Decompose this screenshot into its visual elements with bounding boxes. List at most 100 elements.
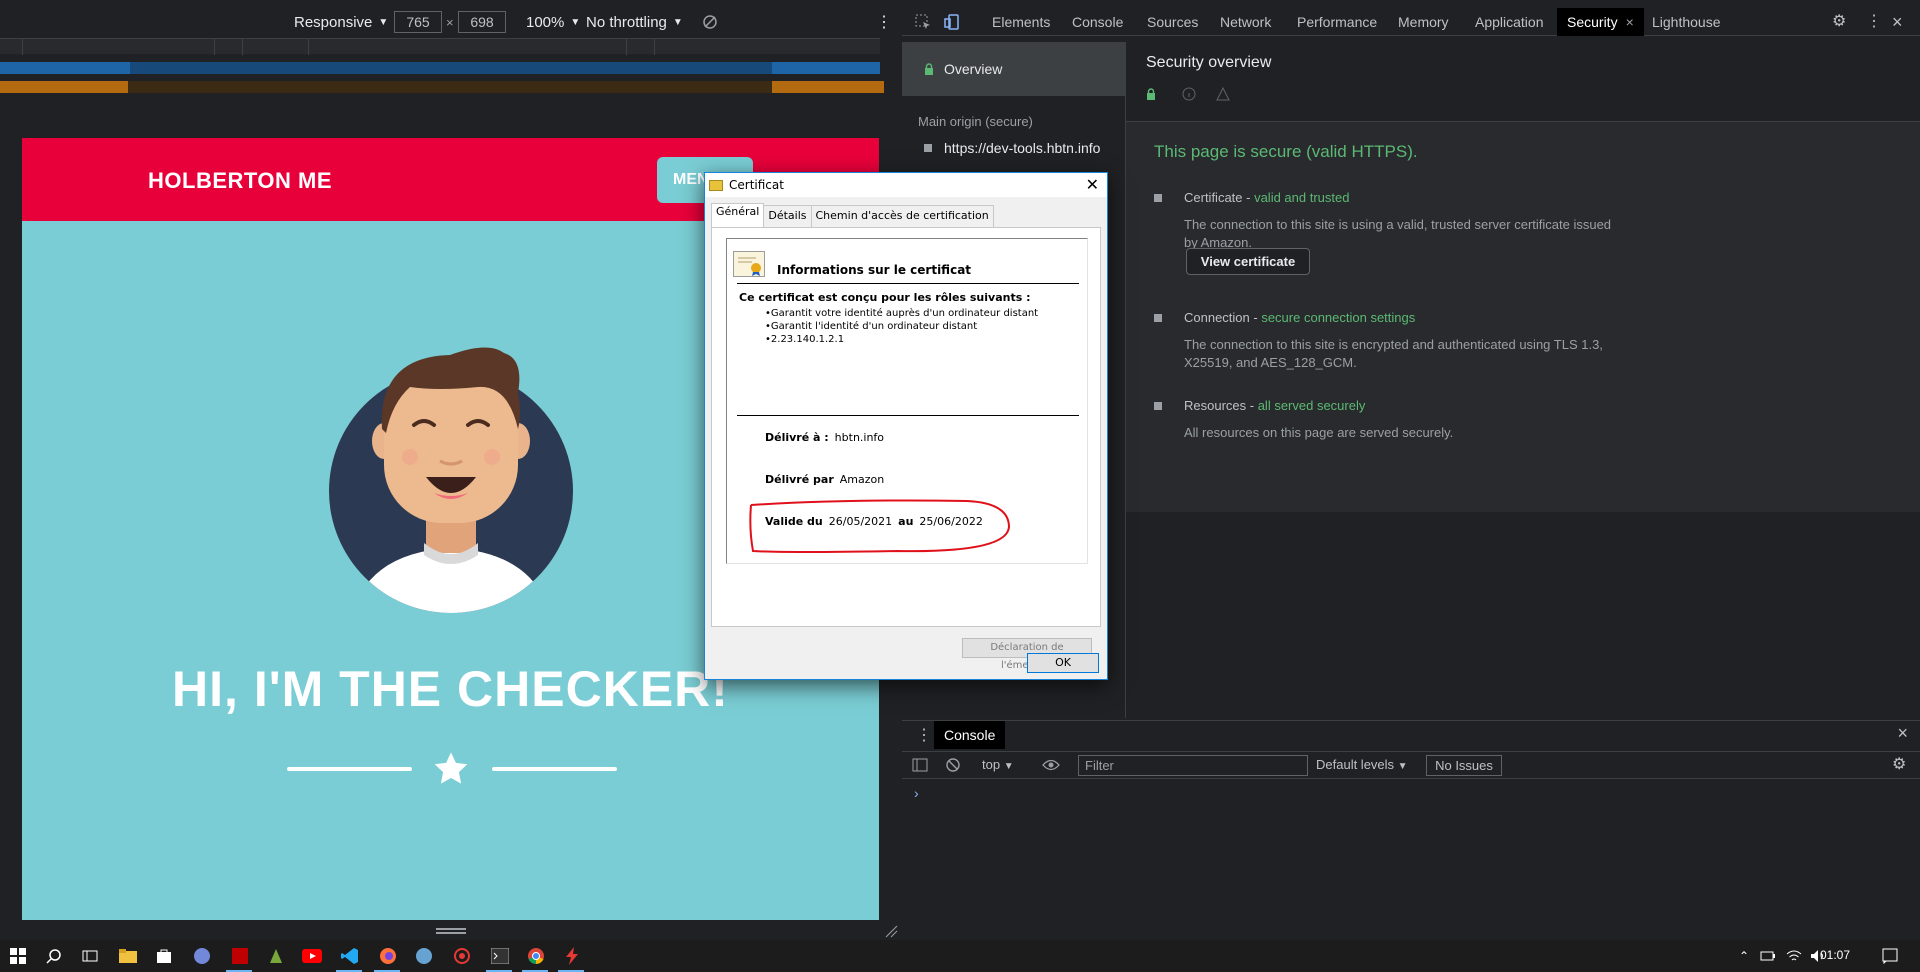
- tray-chevron-up-icon[interactable]: ⌃: [1734, 946, 1754, 966]
- log-levels-dropdown[interactable]: Default levels ▼: [1316, 752, 1408, 778]
- list-item: Garantit l'identité d'un ordinateur dist…: [765, 320, 1038, 333]
- origin-url: https://dev-tools.hbtn.info: [944, 140, 1101, 156]
- connection-description: The connection to this site is encrypted…: [1184, 337, 1603, 370]
- warning-icon: [1216, 87, 1230, 101]
- red-highlight-annotation: [749, 499, 1011, 553]
- rotate-icon[interactable]: [702, 8, 718, 36]
- notifications-icon[interactable]: [1880, 946, 1900, 966]
- tab-console[interactable]: Console: [1072, 8, 1123, 36]
- wifi-icon[interactable]: [1784, 946, 1804, 966]
- youtube-icon[interactable]: [302, 946, 322, 966]
- windows-start-icon[interactable]: [8, 946, 28, 966]
- sidebar-item-overview[interactable]: Overview: [902, 42, 1126, 96]
- terminal-icon[interactable]: [490, 946, 510, 966]
- context-label: top: [982, 757, 1001, 772]
- tab-details[interactable]: Détails: [763, 205, 812, 227]
- throttling-dropdown[interactable]: No throttling ▼: [586, 8, 683, 36]
- certificate-info-box: Informations sur le certificat Ce certif…: [726, 238, 1088, 564]
- certificate-title: Certificate -: [1184, 190, 1255, 205]
- sidebar-item-origin[interactable]: https://dev-tools.hbtn.info: [924, 140, 1100, 156]
- tab-elements[interactable]: Elements: [992, 8, 1050, 36]
- issues-button[interactable]: No Issues: [1426, 755, 1502, 776]
- certificate-status: valid and trusted: [1254, 190, 1350, 205]
- issued-by-row: Délivré par Amazon: [765, 473, 884, 486]
- ok-button[interactable]: OK: [1027, 653, 1099, 673]
- resize-handle-bottom[interactable]: [436, 928, 466, 934]
- media-query-bar-max-width[interactable]: [0, 62, 880, 74]
- certificate-ribbon-icon: [733, 251, 765, 277]
- settings-gear-icon[interactable]: ⚙: [1832, 8, 1846, 36]
- console-prompt[interactable]: ›: [914, 785, 919, 801]
- device-mode-dropdown[interactable]: Responsive ▼: [294, 8, 388, 36]
- console-settings-gear-icon[interactable]: ⚙: [1892, 752, 1906, 778]
- clear-console-icon[interactable]: [946, 752, 960, 778]
- task-view-icon[interactable]: [80, 946, 100, 966]
- search-icon[interactable]: [44, 946, 64, 966]
- chrome-icon[interactable]: [526, 946, 546, 966]
- taskbar-clock[interactable]: 01:07: [1820, 948, 1850, 962]
- store-icon[interactable]: [154, 946, 174, 966]
- resources-title: Resources -: [1184, 398, 1258, 413]
- device-height-input[interactable]: 698: [458, 11, 506, 33]
- close-tab-icon[interactable]: ×: [1626, 8, 1634, 36]
- file-explorer-icon[interactable]: [118, 946, 138, 966]
- zoom-dropdown[interactable]: 100% ▼: [526, 8, 580, 36]
- app-icon[interactable]: [266, 946, 286, 966]
- certificate-dialog: Certificat ✕ Général Détails Chemin d'ac…: [704, 172, 1108, 680]
- live-expression-eye-icon[interactable]: [1042, 752, 1060, 778]
- tab-general[interactable]: Général: [711, 203, 765, 227]
- dialog-titlebar[interactable]: Certificat ✕: [705, 173, 1107, 197]
- tab-security[interactable]: Security ×: [1557, 8, 1644, 36]
- firefox-icon[interactable]: [378, 946, 398, 966]
- discord-icon[interactable]: [192, 946, 212, 966]
- device-toolbar-toggle-icon[interactable]: [944, 8, 962, 36]
- tab-performance[interactable]: Performance: [1297, 8, 1377, 36]
- tab-network[interactable]: Network: [1220, 8, 1271, 36]
- recorder-icon[interactable]: [452, 946, 472, 966]
- context-dropdown[interactable]: top ▼: [982, 752, 1014, 778]
- tab-application[interactable]: Application: [1475, 8, 1544, 36]
- inspect-element-icon[interactable]: [914, 8, 932, 36]
- caret-down-icon: ▼: [378, 16, 389, 28]
- tab-sources[interactable]: Sources: [1147, 8, 1198, 36]
- caret-down-icon: ▼: [570, 16, 581, 28]
- console-filter-input[interactable]: Filter: [1078, 755, 1308, 776]
- close-devtools-icon[interactable]: ×: [1892, 8, 1903, 36]
- star-icon: [434, 752, 468, 784]
- more-options-icon[interactable]: ⋮: [876, 8, 892, 36]
- media-query-bar-min-width[interactable]: [0, 81, 884, 93]
- square-icon: [1154, 402, 1162, 410]
- tab-certification-path[interactable]: Chemin d'accès de certification: [810, 205, 994, 227]
- security-title: Security overview: [1146, 54, 1272, 71]
- filezilla-icon[interactable]: [230, 946, 250, 966]
- more-options-icon[interactable]: ⋮: [1866, 8, 1882, 36]
- vscode-icon[interactable]: [340, 946, 360, 966]
- steam-icon[interactable]: [414, 946, 434, 966]
- info-icon: [1182, 87, 1196, 101]
- resources-status: all served securely: [1257, 398, 1366, 413]
- list-item: 2.23.140.1.2.1: [765, 333, 1038, 346]
- sidebar-toggle-icon[interactable]: [912, 752, 928, 778]
- tab-memory[interactable]: Memory: [1398, 8, 1449, 36]
- security-header: Security overview: [1126, 42, 1920, 122]
- view-certificate-button[interactable]: View certificate: [1186, 248, 1310, 275]
- bolt-app-icon[interactable]: [562, 946, 582, 966]
- drawer-tab-console[interactable]: Console: [934, 721, 1006, 749]
- site-brand[interactable]: HOLBERTON ME: [148, 168, 332, 194]
- drawer-menu-icon[interactable]: ⋮: [916, 725, 932, 745]
- tab-security-label: Security: [1567, 14, 1618, 30]
- resize-handle-corner[interactable]: [884, 924, 898, 938]
- secure-message: This page is secure (valid HTTPS).: [1154, 142, 1418, 161]
- throttling-label: No throttling: [586, 13, 667, 31]
- tab-lighthouse[interactable]: Lighthouse: [1652, 8, 1721, 36]
- close-dialog-icon[interactable]: ✕: [1086, 175, 1099, 194]
- battery-icon[interactable]: [1758, 946, 1778, 966]
- close-drawer-icon[interactable]: ×: [1897, 723, 1908, 744]
- ruler: [0, 38, 880, 55]
- dialog-title: Certificat: [729, 178, 784, 192]
- device-width-input[interactable]: 765: [394, 11, 442, 33]
- security-summary: This page is secure (valid HTTPS). Certi…: [1126, 122, 1920, 512]
- main-origin-label: Main origin (secure): [918, 114, 1033, 129]
- dialog-tabs: Général Détails Chemin d'accès de certif…: [711, 203, 994, 227]
- issued-by-label: Délivré par: [765, 473, 834, 486]
